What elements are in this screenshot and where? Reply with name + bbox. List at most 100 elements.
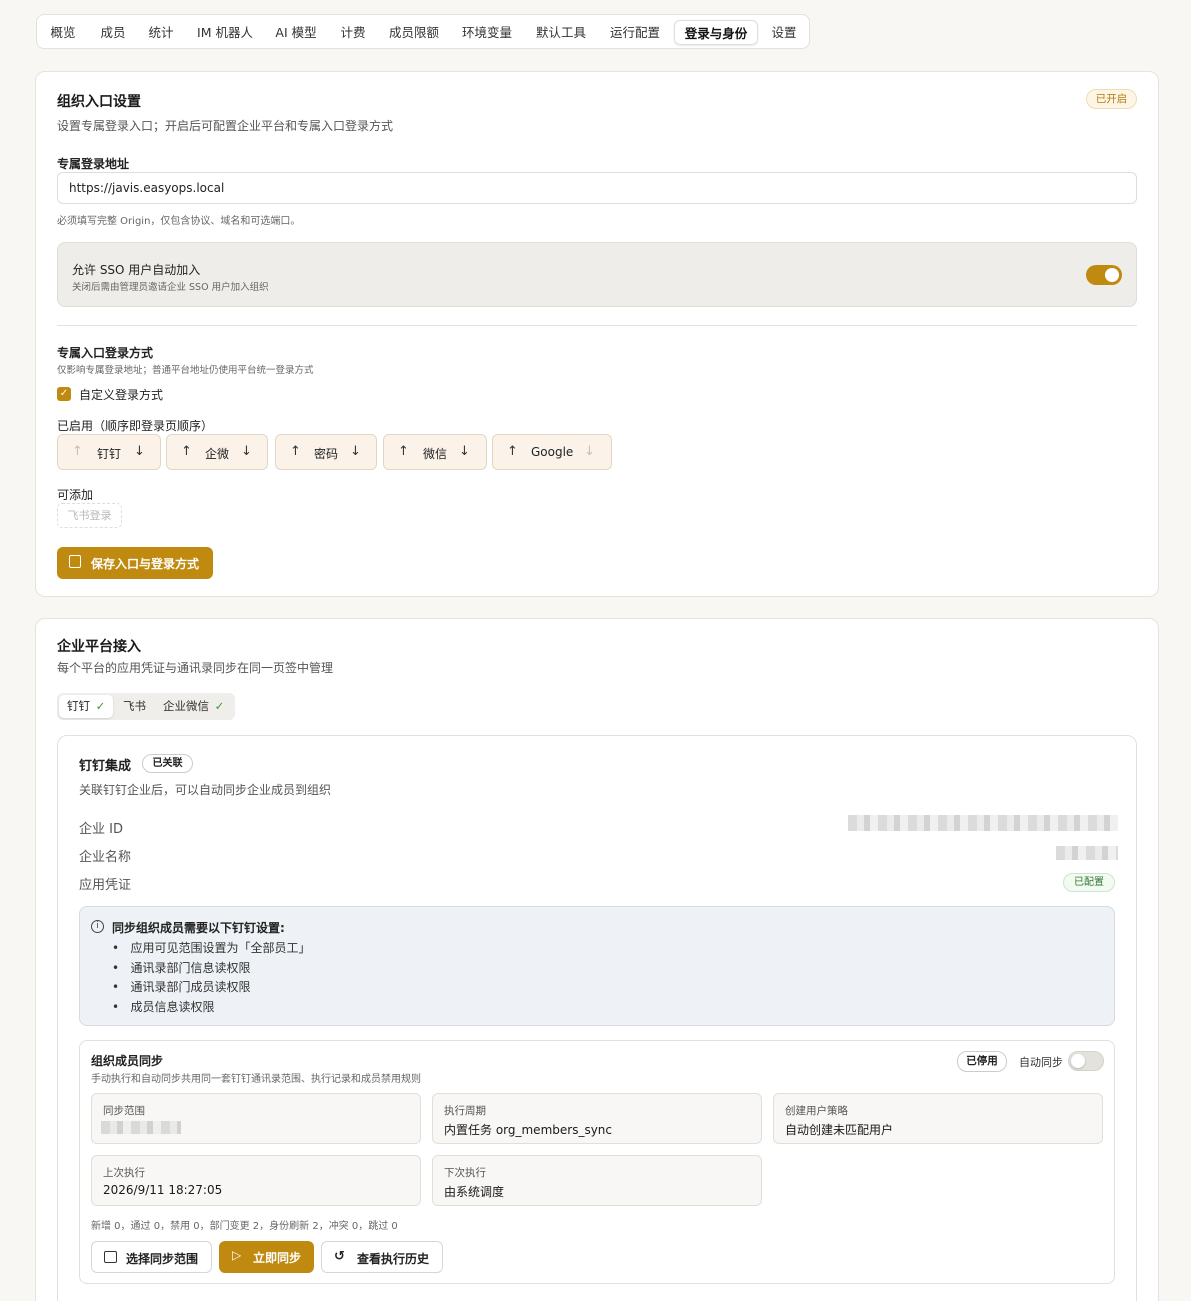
sync-stats: 新增 0，通过 0，禁用 0，部门变更 2，身份刷新 2，冲突 0，跳过 0 — [91, 1221, 398, 1232]
platform-tab-dingtalk[interactable]: 钉钉 ✓ — [59, 695, 113, 718]
next-run-cell: 下次执行 由系统调度 — [432, 1155, 762, 1206]
create-policy-value: 自动创建未匹配用户 — [785, 1123, 894, 1137]
next-run-label: 下次执行 — [444, 1167, 486, 1179]
credential-label: 应用凭证 — [79, 878, 132, 893]
org-entry-description: 设置专属登录入口；开启后可配置企业平台和专属入口登录方式 — [57, 119, 394, 133]
last-run-cell: 上次执行 2026/9/11 18:27:05 — [91, 1155, 421, 1206]
sync-status-badge: 已停用 — [957, 1051, 1007, 1072]
save-entry-button[interactable]: 保存入口与登录方式 — [57, 547, 213, 579]
move-up-icon[interactable]: ↑ — [398, 444, 409, 459]
login-method-name: 企微 — [205, 447, 230, 461]
enterprise-title: 企业平台接入 — [57, 639, 141, 655]
platform-tab-feishu[interactable]: 飞书 — [123, 695, 146, 718]
sso-title: 允许 SSO 用户自动加入 — [72, 263, 201, 277]
login-method-item: ↑ 微信 ↓ — [383, 434, 487, 470]
move-down-icon[interactable]: ↓ — [241, 444, 252, 459]
member-sync-title: 组织成员同步 — [91, 1054, 164, 1068]
auto-sync-toggle[interactable] — [1068, 1051, 1104, 1071]
divider — [57, 325, 1137, 326]
custom-login-label: 自定义登录方式 — [79, 388, 164, 402]
next-run-value: 由系统调度 — [444, 1185, 505, 1199]
auto-sync-label: 自动同步 — [1019, 1056, 1063, 1069]
corp-name-label: 企业名称 — [79, 850, 132, 865]
info-list-item: • 通讯录部门成员读权限 — [112, 980, 251, 994]
history-icon: ↺ — [334, 1249, 345, 1264]
exec-period-label: 执行周期 — [444, 1105, 486, 1117]
add-feishu-login-chip[interactable]: 飞书登录 — [57, 503, 122, 528]
move-up-icon: ↑ — [72, 444, 83, 459]
tab-runtime-config[interactable]: 运行配置 — [602, 20, 668, 45]
tab-members[interactable]: 成员 — [92, 20, 134, 45]
sync-now-label: 立即同步 — [253, 1251, 302, 1265]
check-icon: ✓ — [59, 388, 69, 399]
login-method-name: 密码 — [314, 447, 339, 461]
move-down-icon: ↓ — [584, 444, 595, 459]
methods-title: 专属入口登录方式 — [57, 346, 154, 360]
login-url-input[interactable]: https://javis.easyops.local — [57, 172, 1137, 204]
main-tab-bar: 概览 成员 统计 IM 机器人 AI 模型 计费 成员限额 环境变量 默认工具 … — [36, 14, 810, 49]
info-list: • 应用可见范围设置为「全部员工」 • 通讯录部门信息读权限 • 通讯录部门成员… — [112, 939, 311, 1017]
platform-tab-label: 企业微信 — [163, 699, 209, 713]
sso-auto-join-box — [57, 242, 1137, 307]
login-method-name: 微信 — [423, 447, 448, 461]
move-down-icon[interactable]: ↓ — [134, 444, 145, 459]
create-policy-label: 创建用户策略 — [785, 1105, 848, 1117]
tab-im-bot[interactable]: IM 机器人 — [189, 20, 261, 45]
last-run-label: 上次执行 — [103, 1167, 145, 1179]
create-policy-cell: 创建用户策略 自动创建未匹配用户 — [773, 1093, 1103, 1144]
custom-login-checkbox[interactable]: ✓ — [57, 387, 71, 401]
login-method-item: ↑ 钉钉 ↓ — [57, 434, 161, 470]
move-up-icon[interactable]: ↑ — [507, 444, 518, 459]
tab-env-vars[interactable]: 环境变量 — [454, 20, 520, 45]
platform-tab-wecom[interactable]: 企业微信 ✓ — [163, 695, 224, 718]
corp-id-redacted — [848, 815, 1118, 831]
tab-billing[interactable]: 计费 — [332, 20, 374, 45]
login-method-item: ↑ 密码 ↓ — [275, 434, 377, 470]
platform-tab-label: 飞书 — [123, 699, 146, 713]
tab-settings[interactable]: 设置 — [764, 20, 804, 45]
sync-now-button[interactable]: ▷ 立即同步 — [219, 1241, 314, 1273]
org-entry-status-badge: 已开启 — [1086, 89, 1137, 109]
login-method-name: 钉钉 — [97, 447, 122, 461]
sync-scope-redacted — [101, 1121, 181, 1134]
dingtalk-description: 关联钉钉企业后，可以自动同步企业成员到组织 — [79, 783, 332, 797]
view-history-button[interactable]: ↺ 查看执行历史 — [321, 1241, 443, 1273]
info-icon: i — [91, 920, 104, 933]
enterprise-description: 每个平台的应用凭证与通讯录同步在同一页签中管理 — [57, 661, 334, 675]
info-list-item: • 应用可见范围设置为「全部员工」 — [112, 941, 311, 955]
info-list-item: • 成员信息读权限 — [112, 999, 215, 1014]
credential-configured-badge: 已配置 — [1063, 873, 1115, 892]
org-entry-card — [35, 71, 1159, 597]
member-sync-description: 手动执行和自动同步共用同一套钉钉通讯录范围、执行记录和成员禁用规则 — [91, 1074, 421, 1085]
tab-overview[interactable]: 概览 — [42, 20, 84, 45]
check-icon: ✓ — [214, 699, 225, 713]
platform-tab-label: 钉钉 — [67, 699, 90, 713]
login-method-item: ↑ 企微 ↓ — [166, 434, 268, 470]
sso-auto-join-toggle[interactable] — [1086, 265, 1122, 285]
select-scope-button[interactable]: 选择同步范围 — [91, 1241, 212, 1273]
tab-ai-model[interactable]: AI 模型 — [267, 20, 325, 45]
tab-stats[interactable]: 统计 — [140, 20, 182, 45]
org-entry-title: 组织入口设置 — [57, 94, 141, 110]
move-down-icon[interactable]: ↓ — [350, 444, 361, 459]
url-label: 专属登录地址 — [57, 157, 130, 171]
sync-scope-label: 同步范围 — [103, 1105, 145, 1117]
building-icon — [104, 1251, 117, 1263]
login-method-item: ↑ Google ↓ — [492, 434, 612, 470]
tab-login-identity[interactable]: 登录与身份 — [674, 20, 758, 45]
move-up-icon[interactable]: ↑ — [181, 444, 192, 459]
tab-default-tools[interactable]: 默认工具 — [528, 20, 594, 45]
check-icon: ✓ — [95, 699, 106, 713]
tab-member-quota[interactable]: 成员限额 — [381, 20, 447, 45]
move-up-icon[interactable]: ↑ — [290, 444, 301, 459]
corp-name-redacted — [1056, 846, 1118, 860]
info-list-item: • 通讯录部门信息读权限 — [112, 960, 251, 975]
exec-period-cell: 执行周期 内置任务 org_members_sync — [432, 1093, 762, 1144]
last-run-value: 2026/9/11 18:27:05 — [103, 1183, 223, 1197]
enabled-methods-label: 已启用（顺序即登录页顺序） — [57, 419, 214, 433]
corp-id-label: 企业 ID — [79, 822, 123, 837]
view-history-label: 查看执行历史 — [357, 1252, 430, 1266]
info-title: 同步组织成员需要以下钉钉设置: — [112, 921, 285, 935]
move-down-icon[interactable]: ↓ — [459, 444, 470, 459]
save-icon — [69, 555, 81, 568]
